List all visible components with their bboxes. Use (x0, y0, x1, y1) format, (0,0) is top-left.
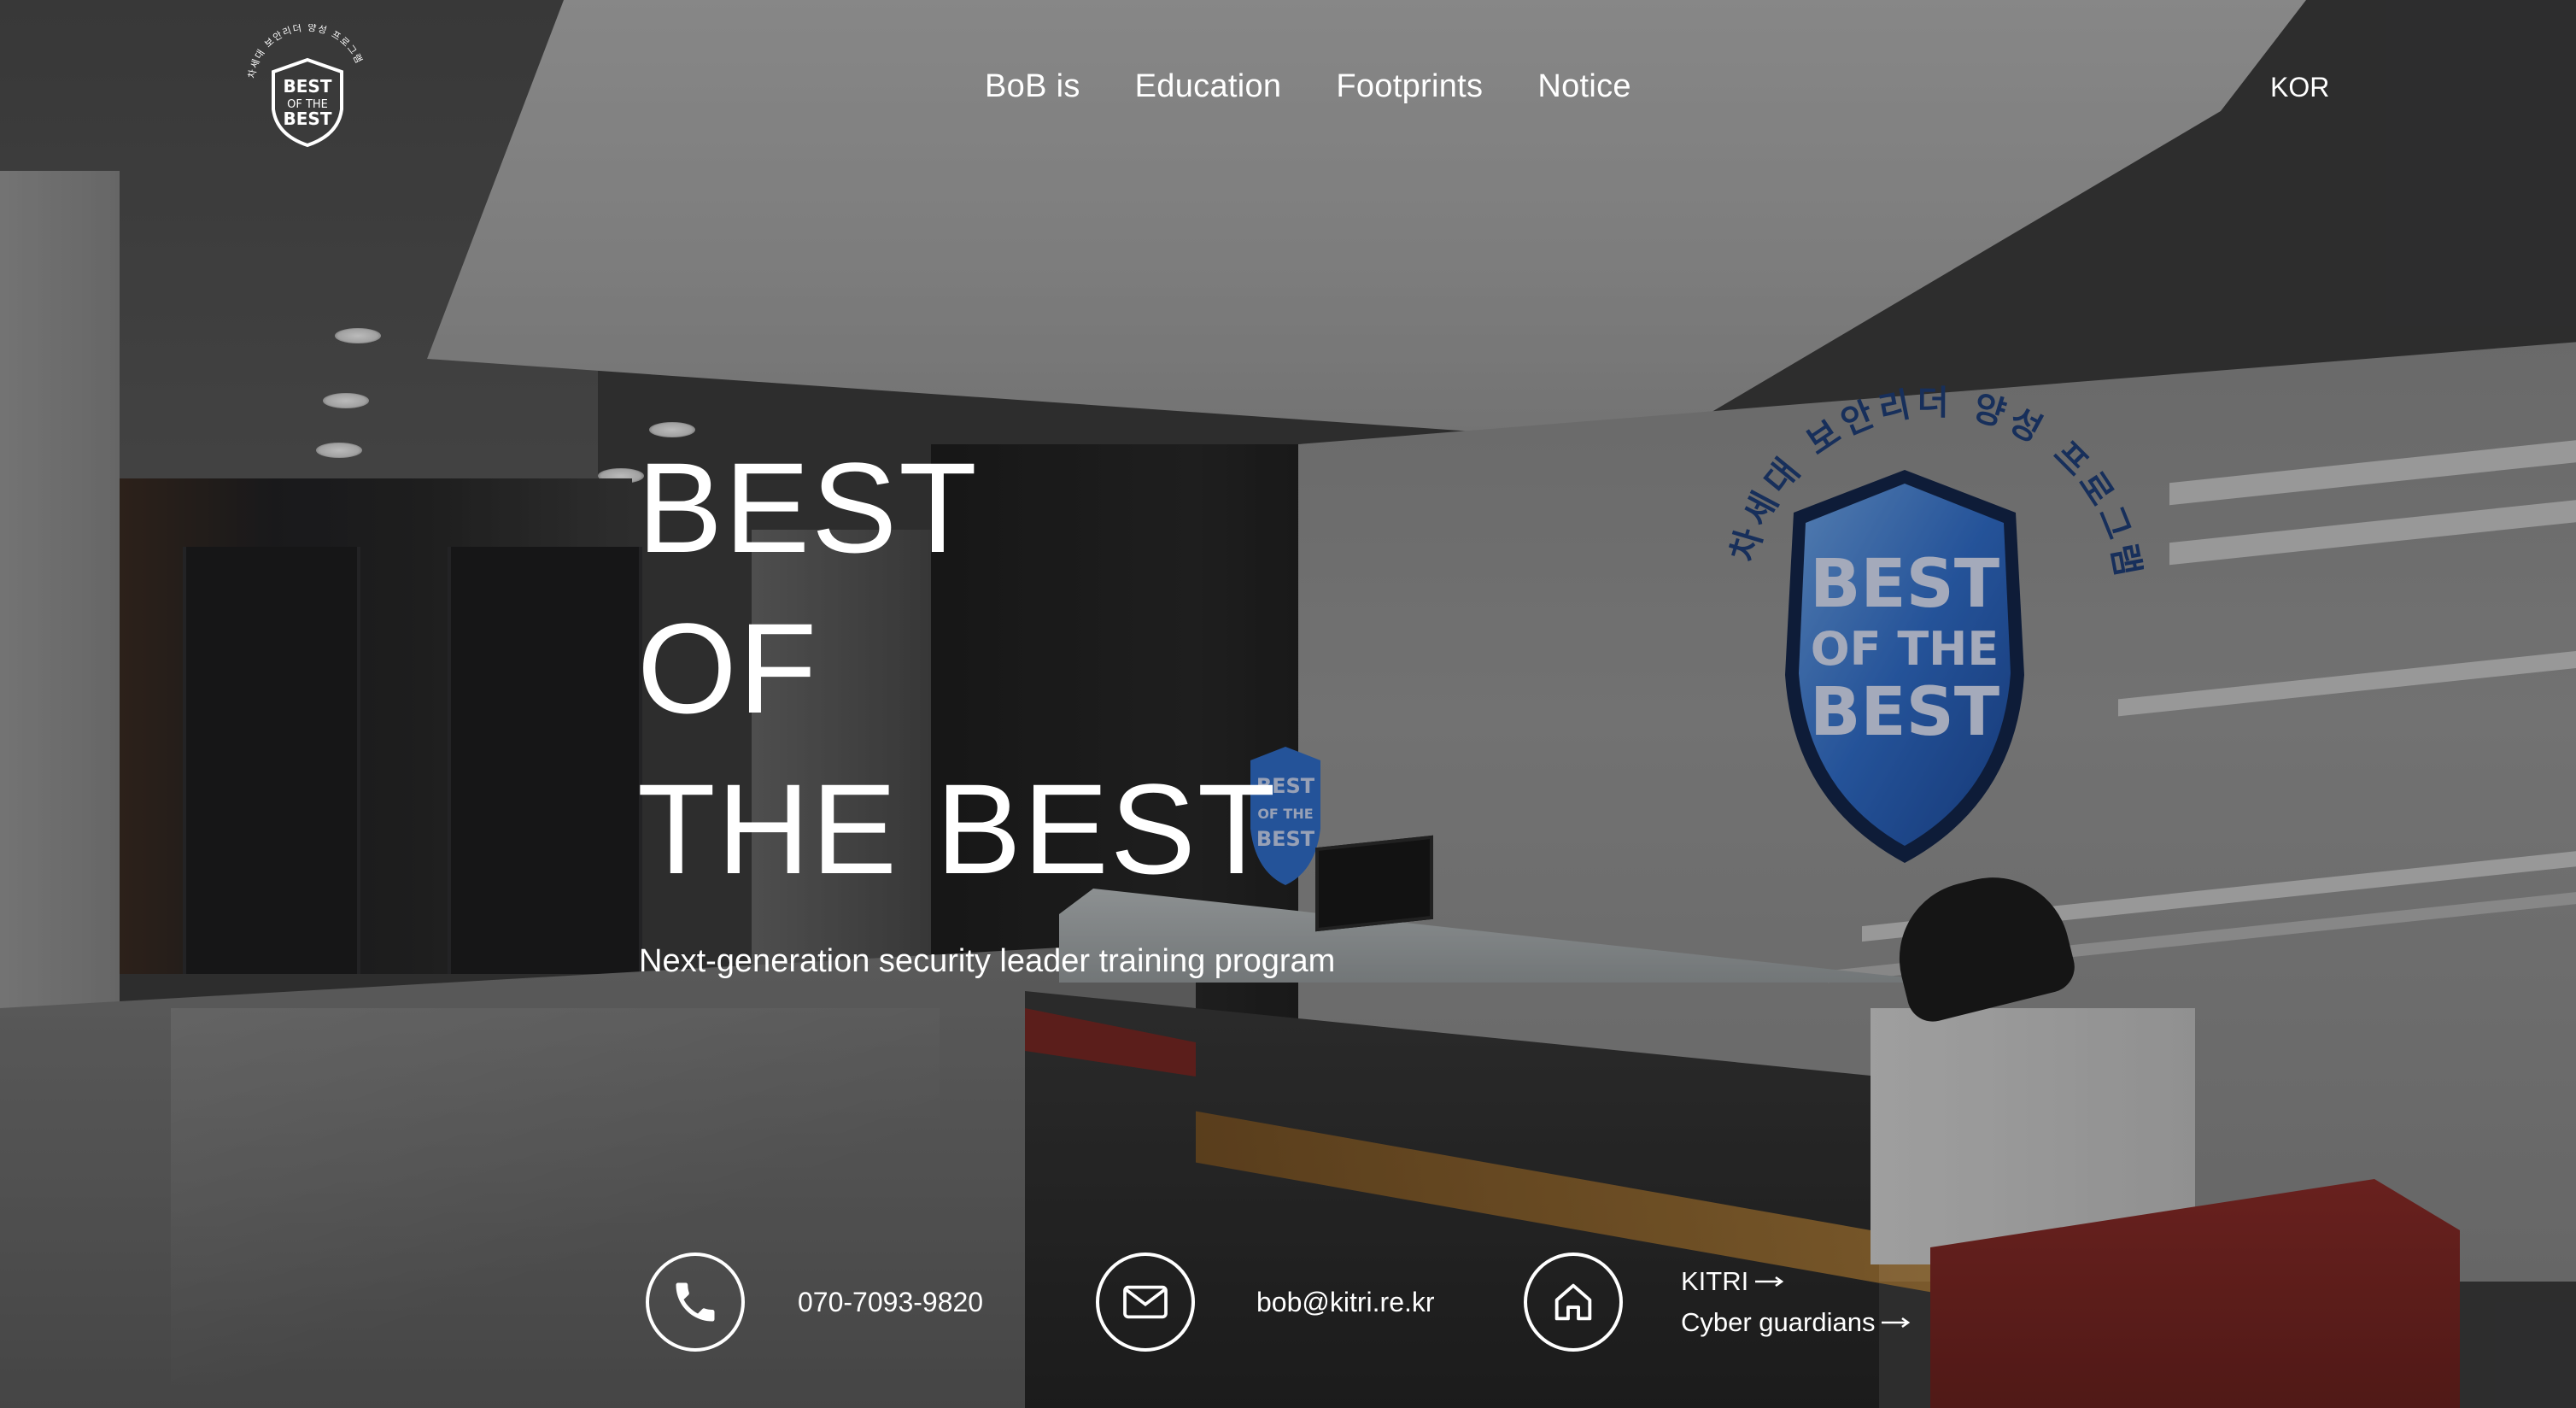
bob-logo[interactable]: 차세대 보안리더 양성 프로그램 BEST OF THE BEST (241, 24, 374, 157)
hero-subtitle: Next-generation security leader training… (639, 943, 1336, 979)
nav-item-bob-is[interactable]: BoB is (985, 68, 1080, 105)
contact-email: bob@kitri.re.kr (1096, 1249, 1435, 1355)
background-photo: 차세대 보안리더 양성 프로그램 BEST OF THE BEST BEST O… (0, 0, 2576, 1408)
link-cyber-guardians-label: Cyber guardians (1681, 1307, 1876, 1337)
link-kitri-label: KITRI (1681, 1266, 1749, 1296)
nav-item-footprints[interactable]: Footprints (1336, 68, 1483, 105)
language-toggle[interactable]: KOR (2270, 72, 2329, 103)
svg-text:BEST: BEST (284, 76, 332, 97)
arrow-right-icon (1755, 1276, 1784, 1288)
phone-number[interactable]: 070-7093-9820 (798, 1287, 983, 1318)
external-links: KITRI Cyber guardians (1681, 1266, 1911, 1338)
nav-item-education[interactable]: Education (1135, 68, 1282, 105)
link-cyber-guardians[interactable]: Cyber guardians (1681, 1307, 1911, 1338)
hero-title-line: OF (637, 596, 819, 740)
phone-icon[interactable] (646, 1253, 745, 1352)
mail-icon-glyph (1123, 1285, 1168, 1319)
home-icon[interactable] (1524, 1253, 1623, 1352)
arrow-right-icon (1882, 1317, 1911, 1329)
hero-title-line: BEST (637, 436, 979, 579)
mail-icon[interactable] (1096, 1253, 1195, 1352)
link-kitri[interactable]: KITRI (1681, 1266, 1911, 1297)
nav-item-notice[interactable]: Notice (1537, 68, 1631, 105)
svg-text:차세대 보안리더 양성 프로그램: 차세대 보안리더 양성 프로그램 (246, 24, 365, 79)
hero-title-line: THE BEST (637, 757, 1278, 901)
main-nav: BoB is Education Footprints Notice (985, 68, 1631, 105)
dark-overlay (0, 0, 2576, 1408)
page: 차세대 보안리더 양성 프로그램 BEST OF THE BEST BEST O… (0, 0, 2576, 1408)
hero-title: BEST OF THE BEST (637, 427, 1277, 909)
svg-text:BEST: BEST (284, 109, 332, 129)
contact-phone: 070-7093-9820 (646, 1249, 983, 1355)
contact-links: KITRI Cyber guardians (1524, 1249, 1911, 1355)
email-address[interactable]: bob@kitri.re.kr (1256, 1287, 1435, 1318)
home-icon-glyph (1554, 1283, 1592, 1321)
phone-icon-glyph (676, 1282, 715, 1322)
